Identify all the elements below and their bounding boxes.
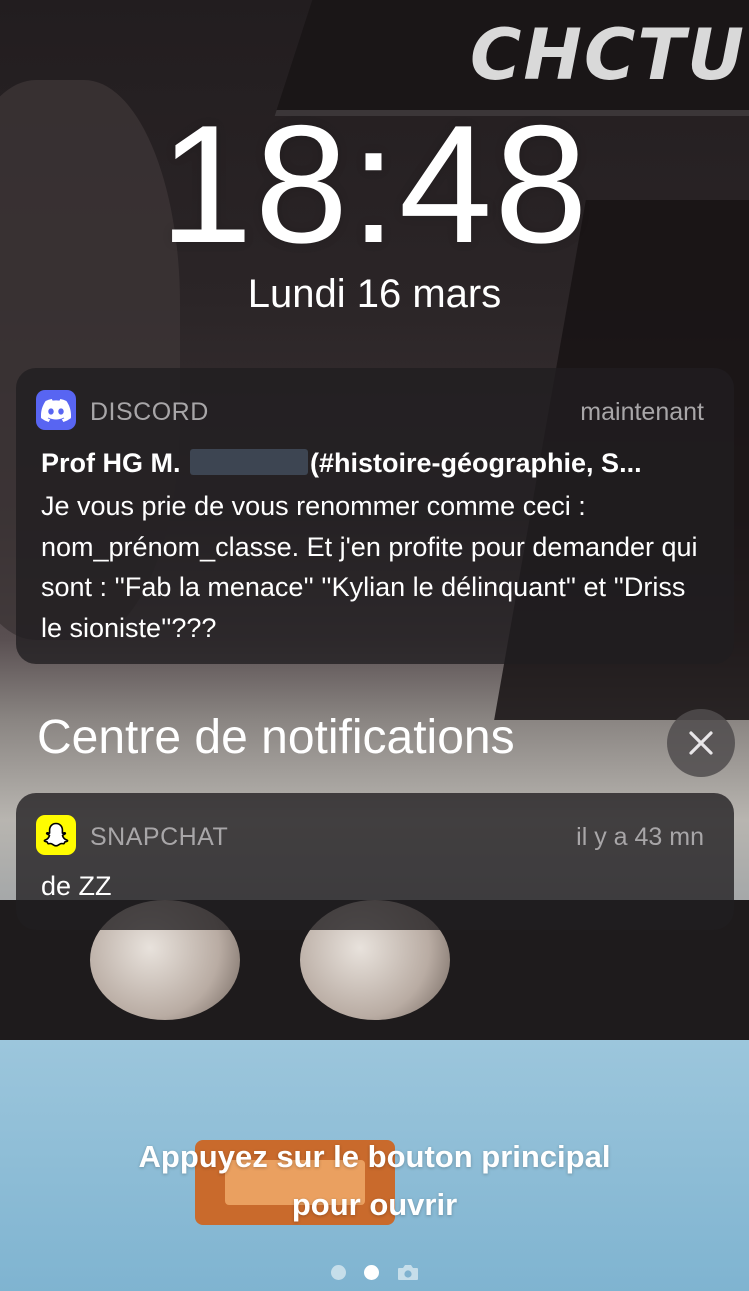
notification-body: Je vous prie de vous renommer comme ceci… <box>41 491 698 643</box>
camera-icon[interactable] <box>397 1263 419 1281</box>
notification-header: DISCORD maintenant <box>36 390 704 430</box>
snapchat-notification[interactable]: SNAPCHAT il y a 43 mn de ZZ <box>16 793 734 930</box>
notification-center-title: Centre de notifications <box>37 711 515 764</box>
notification-title-suffix: (#histoire-géographie, S... <box>310 448 642 478</box>
unlock-hint: Appuyez sur le bouton principal pour ouv… <box>0 1133 749 1229</box>
wallpaper-lettering: CHCTU <box>470 14 746 96</box>
page-indicator[interactable] <box>0 1262 749 1282</box>
notification-header: SNAPCHAT il y a 43 mn <box>36 815 704 855</box>
redaction-bar <box>190 449 309 475</box>
notification-app-name: DISCORD <box>90 398 209 426</box>
lockscreen-clock: 18:48 <box>159 90 590 278</box>
notification-body: de ZZ <box>41 871 112 901</box>
notification-title-prefix: Prof HG M. <box>41 448 181 478</box>
notification-title: Prof HG M. (#histoire-géographie, S... <box>41 448 709 479</box>
unlock-hint-line2: pour ouvrir <box>291 1187 458 1222</box>
discord-notification[interactable]: DISCORD maintenant Prof HG M. (#histoire… <box>16 368 734 664</box>
notification-time: il y a 43 mn <box>576 823 704 851</box>
page-dot[interactable] <box>330 1264 346 1280</box>
lockscreen-date: Lundi 16 mars <box>247 272 502 316</box>
snapchat-ghost-icon <box>36 815 76 855</box>
discord-icon <box>36 390 76 430</box>
close-icon <box>689 731 713 755</box>
notification-time: maintenant <box>580 398 704 426</box>
unlock-hint-line1: Appuyez sur le bouton principal <box>138 1139 611 1174</box>
clear-notifications-button[interactable] <box>667 709 735 777</box>
notification-app-name: SNAPCHAT <box>90 823 229 851</box>
page-dot-active[interactable] <box>363 1264 379 1280</box>
